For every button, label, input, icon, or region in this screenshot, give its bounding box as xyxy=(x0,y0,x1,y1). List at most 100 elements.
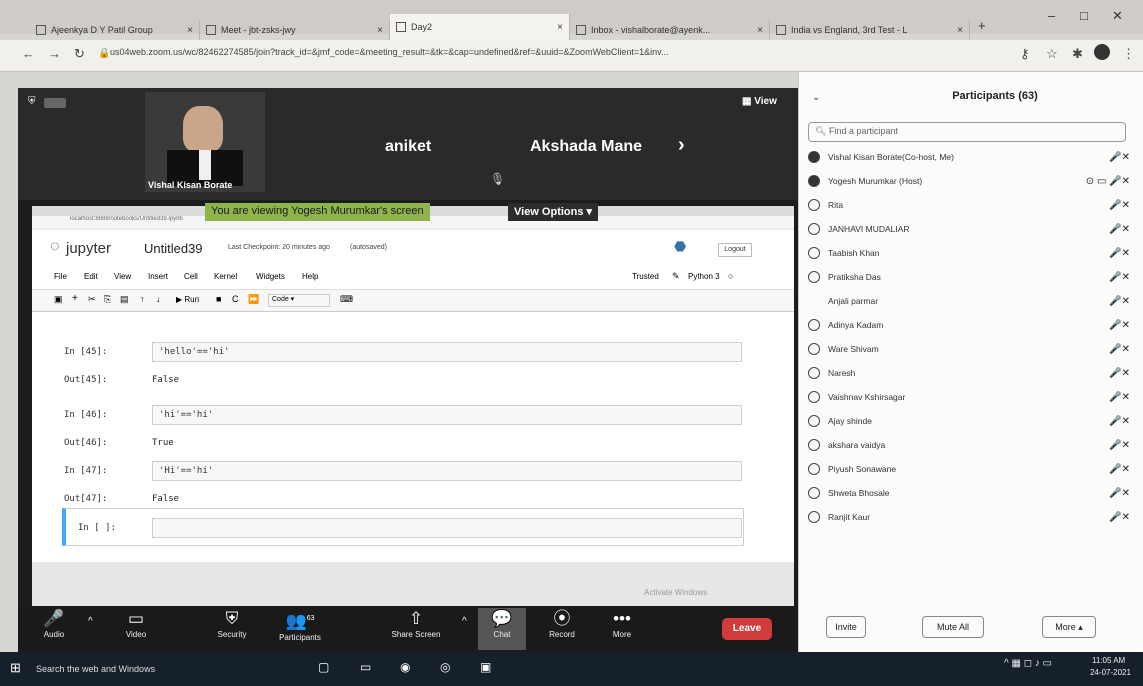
browser-tab[interactable]: Ajeenkya D Y Patil Group × xyxy=(30,20,200,40)
image-app-icon[interactable]: ▣ xyxy=(480,660,491,674)
mute-all-button[interactable]: Mute All xyxy=(922,616,984,638)
participant-row[interactable]: Pratiksha Das 🎤✕ xyxy=(808,266,1130,288)
task-view-icon[interactable]: ▢ xyxy=(318,660,329,674)
browser-tab-active[interactable]: Day2 × xyxy=(390,14,570,40)
logout-button[interactable]: Logout xyxy=(718,243,752,257)
code-cell-input[interactable]: 'hello'=='hi' xyxy=(152,342,742,362)
menu-widgets[interactable]: Widgets xyxy=(256,272,285,281)
paste-icon[interactable]: ▤ xyxy=(120,294,129,305)
security-button[interactable]: ⛨ Security xyxy=(200,608,264,650)
menu-help[interactable]: Help xyxy=(302,272,318,281)
trusted-indicator[interactable]: Trusted xyxy=(632,272,659,281)
participant-row[interactable]: akshara vaidya 🎤✕ xyxy=(808,434,1130,456)
more-button[interactable]: ••• More xyxy=(590,608,654,650)
menu-edit[interactable]: Edit xyxy=(84,272,98,281)
menu-view[interactable]: View xyxy=(114,272,131,281)
fast-forward-icon[interactable]: ⏩ xyxy=(248,294,259,305)
move-up-icon[interactable]: ↑ xyxy=(140,294,145,304)
menu-cell[interactable]: Cell xyxy=(184,272,198,281)
panel-collapse-icon[interactable]: ⌄ xyxy=(812,92,820,103)
participant-row[interactable]: Ranjit Kaur 🎤✕ xyxy=(808,506,1130,528)
browser-tab[interactable]: India vs England, 3rd Test - L × xyxy=(770,20,970,40)
code-cell-input[interactable]: 'hi'=='hi' xyxy=(152,405,742,425)
chrome-icon[interactable]: ◎ xyxy=(440,660,450,674)
view-options-button[interactable]: View Options ▾ xyxy=(508,203,599,221)
more-options-button[interactable]: More ▴ xyxy=(1042,616,1096,638)
app-icon[interactable]: ◉ xyxy=(400,660,410,674)
cut-icon[interactable]: ✂ xyxy=(88,294,96,305)
save-icon[interactable]: ▣ xyxy=(54,294,63,305)
restart-icon[interactable]: C xyxy=(232,294,239,304)
browser-menu-icon[interactable]: ⋮ xyxy=(1122,46,1135,62)
close-window-icon[interactable]: ✕ xyxy=(1112,8,1123,24)
participant-row[interactable]: Rita 🎤✕ xyxy=(808,194,1130,216)
menu-file[interactable]: File xyxy=(54,272,67,281)
keyboard-icon[interactable]: ⌨ xyxy=(340,294,353,305)
reload-icon[interactable]: ↻ xyxy=(74,46,85,62)
participant-row[interactable]: Yogesh Murumkar (Host) ⊙ ▭ 🎤✕ xyxy=(808,170,1130,192)
avatar xyxy=(808,463,820,475)
audio-options-chevron-icon[interactable]: ^ xyxy=(88,616,93,627)
participant-row[interactable]: Shweta Bhosale 🎤✕ xyxy=(808,482,1130,504)
browser-tab[interactable]: Meet - jbt-zsks-jwy × xyxy=(200,20,390,40)
maximize-window-icon[interactable]: □ xyxy=(1080,8,1088,23)
avatar xyxy=(808,151,820,163)
close-tab-icon[interactable]: × xyxy=(181,25,193,36)
share-options-chevron-icon[interactable]: ^ xyxy=(462,616,467,627)
participant-row[interactable]: Ware Shivam 🎤✕ xyxy=(808,338,1130,360)
participant-row[interactable]: Anjali parmar 🎤✕ xyxy=(808,290,1130,312)
code-cell-input[interactable]: 'Hi'=='hi' xyxy=(152,461,742,481)
leave-button[interactable]: Leave xyxy=(722,618,772,640)
participant-row[interactable]: Piyush Sonawane 🎤✕ xyxy=(808,458,1130,480)
taskbar-search[interactable]: Search the web and Windows xyxy=(36,660,296,678)
minimize-window-icon[interactable]: – xyxy=(1048,8,1055,23)
cell-type-select[interactable]: Code ▾ xyxy=(268,294,330,307)
back-icon[interactable]: ← xyxy=(22,46,35,61)
participant-row[interactable]: Ajay shinde 🎤✕ xyxy=(808,410,1130,432)
close-tab-icon[interactable]: × xyxy=(551,22,563,33)
stop-icon[interactable]: ■ xyxy=(216,294,221,304)
record-button[interactable]: ⦿ Record xyxy=(530,608,594,650)
code-cell-input-empty[interactable] xyxy=(152,518,742,538)
participant-row[interactable]: JANHAVI MUDALIAR 🎤✕ xyxy=(808,218,1130,240)
extensions-icon[interactable]: ✱ xyxy=(1072,46,1083,62)
edit-pencil-icon[interactable]: ✎ xyxy=(672,271,680,282)
video-button[interactable]: ▭ Video xyxy=(104,608,168,650)
run-button[interactable]: ▶ Run xyxy=(176,295,199,304)
move-down-icon[interactable]: ↓ xyxy=(156,294,161,304)
close-tab-icon[interactable]: × xyxy=(951,25,963,36)
tab-favicon-icon xyxy=(396,22,406,32)
view-button[interactable]: ▦ View xyxy=(742,96,777,107)
notebook-title[interactable]: Untitled39 xyxy=(144,241,203,256)
participant-row[interactable]: Adinya Kadam 🎤✕ xyxy=(808,314,1130,336)
forward-icon[interactable]: → xyxy=(48,46,61,61)
bookmark-star-icon[interactable]: ☆ xyxy=(1046,46,1058,62)
invite-button[interactable]: Invite xyxy=(826,616,866,638)
close-tab-icon[interactable]: × xyxy=(371,25,383,36)
windows-start-icon[interactable]: ⊞ xyxy=(10,660,21,676)
find-participant-input[interactable]: 🔍︎ Find a participant xyxy=(808,122,1126,142)
url-field[interactable]: us04web.zoom.us/wc/82462274585/join?trac… xyxy=(110,47,990,67)
chat-button[interactable]: 💬 Chat xyxy=(478,608,526,650)
participants-button[interactable]: 👥63 Participants xyxy=(268,608,332,650)
close-tab-icon[interactable]: × xyxy=(751,25,763,36)
participant-row[interactable]: Naresh 🎤✕ xyxy=(808,362,1130,384)
profile-avatar[interactable] xyxy=(1094,44,1110,63)
participant-row[interactable]: Taabish Khan 🎤✕ xyxy=(808,242,1130,264)
avatar xyxy=(808,199,820,211)
participants-icon: 👥63 xyxy=(285,611,315,631)
add-cell-icon[interactable]: + xyxy=(72,293,78,304)
file-explorer-icon[interactable]: ▭ xyxy=(360,660,371,674)
participant-row[interactable]: Vishal Kisan Borate(Co-host, Me) 🎤✕ xyxy=(808,146,1130,168)
copy-icon[interactable]: ⎘ xyxy=(104,294,111,305)
share-screen-button[interactable]: ⇧ Share Screen xyxy=(378,608,454,650)
participant-row[interactable]: Vaishnav Kshirsagar 🎤✕ xyxy=(808,386,1130,408)
key-icon[interactable]: ⚷ xyxy=(1020,46,1030,62)
gallery-next-icon[interactable]: › xyxy=(678,134,685,157)
browser-tab[interactable]: Inbox - vishalborate@ayenk... × xyxy=(570,20,770,40)
audio-button[interactable]: 🎤 Audio xyxy=(22,608,86,650)
new-tab-icon[interactable]: + xyxy=(978,18,986,33)
system-tray-icons[interactable]: ^ ▦ ◻ ♪ ▭ xyxy=(1004,658,1052,669)
menu-kernel[interactable]: Kernel xyxy=(214,272,237,281)
menu-insert[interactable]: Insert xyxy=(148,272,168,281)
